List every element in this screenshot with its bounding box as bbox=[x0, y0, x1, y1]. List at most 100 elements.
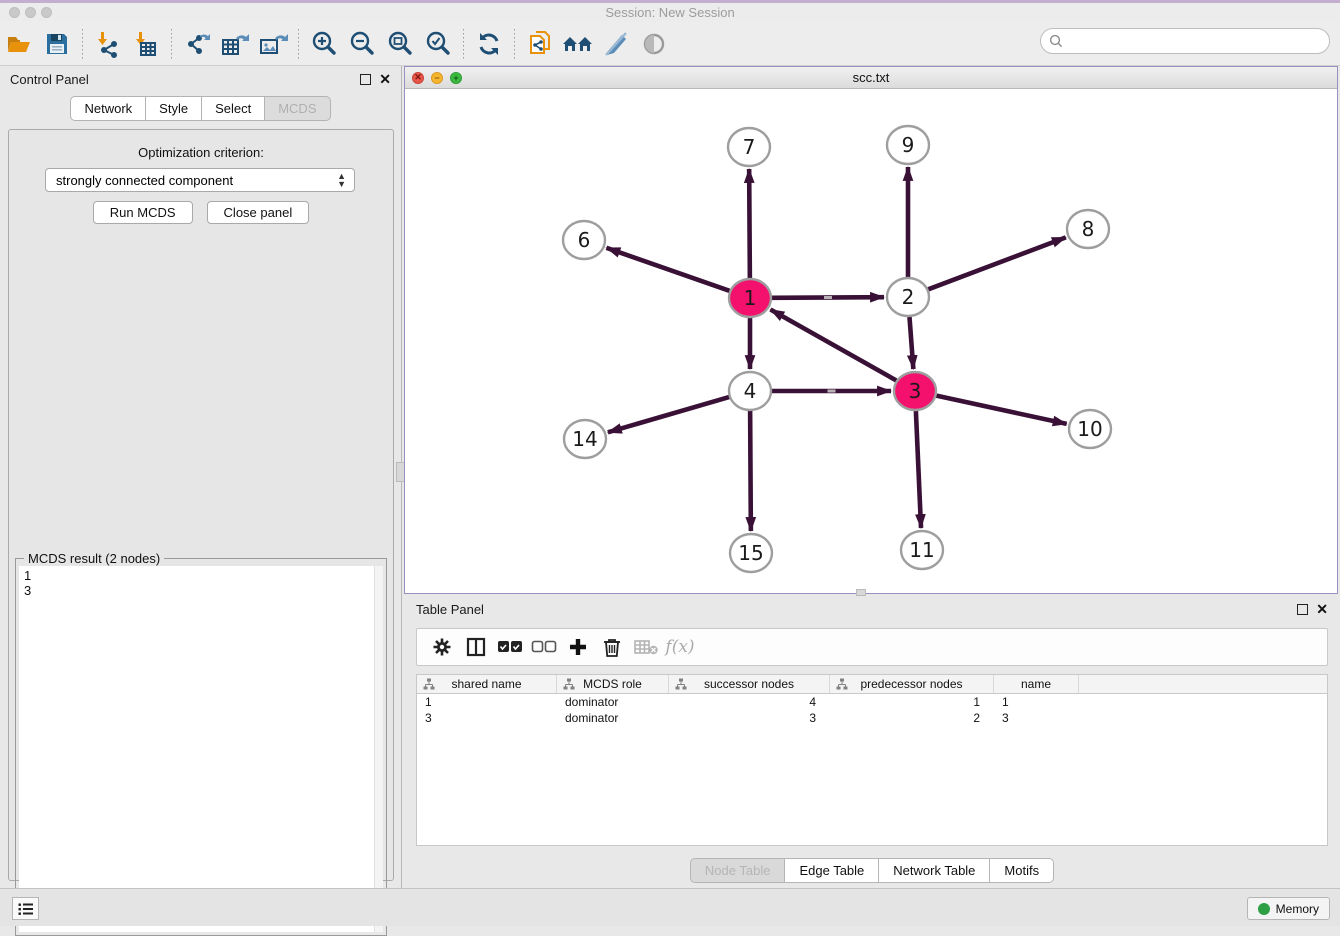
mcds-result-text[interactable]: 1 3 bbox=[19, 566, 374, 932]
table-cell[interactable]: 4 bbox=[669, 694, 830, 710]
open-session-icon[interactable] bbox=[1, 26, 37, 62]
edge-handle[interactable] bbox=[824, 296, 832, 299]
split-columns-icon[interactable] bbox=[459, 632, 493, 662]
column-header-name[interactable]: name bbox=[994, 675, 1079, 693]
tab-select[interactable]: Select bbox=[202, 96, 265, 121]
edge-2-3[interactable] bbox=[909, 317, 913, 369]
table-toolbar: f(x) bbox=[416, 628, 1328, 666]
table-cell[interactable]: 1 bbox=[830, 694, 994, 710]
save-session-icon[interactable] bbox=[39, 26, 75, 62]
table-row[interactable]: 3dominator323 bbox=[417, 710, 1327, 726]
toolbar-separator bbox=[463, 29, 464, 59]
tab-node-table[interactable]: Node Table bbox=[690, 858, 786, 883]
network-view-window: ✕ − + scc.txt 7968124314101511 bbox=[404, 66, 1338, 594]
export-image-icon[interactable] bbox=[255, 26, 291, 62]
edge-handle[interactable] bbox=[828, 390, 836, 393]
network-window-title: scc.txt bbox=[405, 70, 1337, 85]
annotation-icon[interactable] bbox=[598, 26, 634, 62]
node-table-body: 1dominator4113dominator323 bbox=[417, 694, 1327, 726]
column-header-MCDS-role[interactable]: MCDS role bbox=[557, 675, 669, 693]
search-field[interactable] bbox=[1040, 28, 1330, 54]
table-cell[interactable]: 1 bbox=[994, 694, 1079, 710]
close-panel-button[interactable]: Close panel bbox=[207, 201, 310, 224]
delete-column-icon[interactable] bbox=[595, 632, 629, 662]
select-all-checkboxes-icon[interactable] bbox=[493, 632, 527, 662]
edge-1-6[interactable] bbox=[606, 248, 729, 291]
table-cell[interactable]: 3 bbox=[994, 710, 1079, 726]
zoom-fit-icon[interactable] bbox=[382, 26, 418, 62]
tab-edge-table[interactable]: Edge Table bbox=[785, 858, 879, 883]
zoom-selected-icon[interactable] bbox=[420, 26, 456, 62]
column-type-icon bbox=[675, 678, 687, 690]
table-row[interactable]: 1dominator411 bbox=[417, 694, 1327, 710]
column-header-shared-name[interactable]: shared name bbox=[417, 675, 557, 693]
table-cell[interactable]: dominator bbox=[557, 710, 669, 726]
horizontal-splitter-handle[interactable] bbox=[856, 589, 866, 596]
table-panel-float-icon[interactable] bbox=[1297, 604, 1308, 615]
toolbar-separator bbox=[82, 29, 83, 59]
zoom-out-icon[interactable] bbox=[344, 26, 380, 62]
table-cell[interactable]: dominator bbox=[557, 694, 669, 710]
edge-3-10[interactable] bbox=[936, 396, 1066, 424]
export-network-icon[interactable] bbox=[179, 26, 215, 62]
run-mcds-button[interactable]: Run MCDS bbox=[93, 201, 193, 224]
edge-4-14[interactable] bbox=[608, 397, 729, 432]
add-column-icon[interactable] bbox=[561, 632, 595, 662]
control-panel: Control Panel ✕ NetworkStyleSelectMCDS O… bbox=[0, 66, 402, 888]
column-type-icon bbox=[563, 678, 575, 690]
edge-4-15[interactable] bbox=[750, 411, 751, 531]
titlebar: Session: New Session bbox=[0, 3, 1340, 22]
control-panel-close-icon[interactable]: ✕ bbox=[379, 74, 391, 85]
export-table-icon[interactable] bbox=[217, 26, 253, 62]
graph-node-label-7: 7 bbox=[743, 135, 756, 159]
criterion-select-value: strongly connected component bbox=[56, 173, 233, 188]
search-input[interactable] bbox=[1067, 34, 1329, 49]
edge-3-1[interactable] bbox=[770, 310, 896, 381]
edge-3-11[interactable] bbox=[916, 411, 921, 528]
tab-mcds[interactable]: MCDS bbox=[265, 96, 330, 121]
network-window-titlebar[interactable]: ✕ − + scc.txt bbox=[405, 67, 1337, 89]
mcds-result-scrollbar[interactable] bbox=[374, 566, 383, 932]
select-stepper-icon: ▲▼ bbox=[337, 172, 346, 188]
table-panel-title: Table Panel bbox=[416, 602, 484, 617]
column-header-label: MCDS role bbox=[583, 677, 642, 691]
tab-style[interactable]: Style bbox=[146, 96, 202, 121]
column-type-icon bbox=[423, 678, 435, 690]
network-graph[interactable]: 7968124314101511 bbox=[405, 89, 1337, 593]
table-cell[interactable]: 2 bbox=[830, 710, 994, 726]
column-type-icon bbox=[836, 678, 848, 690]
criterion-select[interactable]: strongly connected component ▲▼ bbox=[45, 168, 355, 192]
table-cell[interactable]: 3 bbox=[417, 710, 557, 726]
graph-node-label-14: 14 bbox=[572, 427, 597, 451]
edge-1-7[interactable] bbox=[749, 169, 750, 278]
clone-network-icon[interactable] bbox=[522, 26, 558, 62]
control-panel-float-icon[interactable] bbox=[360, 74, 371, 85]
first-neighbors-icon[interactable] bbox=[560, 26, 596, 62]
delete-table-icon[interactable] bbox=[629, 632, 663, 662]
column-header-label: successor nodes bbox=[704, 677, 794, 691]
zoom-in-icon[interactable] bbox=[306, 26, 342, 62]
mcds-tab-content: Optimization criterion: strongly connect… bbox=[8, 129, 394, 881]
table-panel-close-icon[interactable]: ✕ bbox=[1316, 604, 1328, 615]
eye-icon[interactable] bbox=[636, 26, 672, 62]
tab-network[interactable]: Network bbox=[70, 96, 146, 121]
function-builder-icon[interactable]: f(x) bbox=[663, 632, 697, 662]
table-cell[interactable]: 1 bbox=[417, 694, 557, 710]
memory-button[interactable]: Memory bbox=[1247, 897, 1330, 920]
control-panel-tabs: NetworkStyleSelectMCDS bbox=[0, 96, 401, 121]
refresh-icon[interactable] bbox=[471, 26, 507, 62]
deselect-checkboxes-icon[interactable] bbox=[527, 632, 561, 662]
main-toolbar bbox=[0, 22, 1340, 66]
fx-label: f(x) bbox=[665, 637, 694, 657]
import-table-icon[interactable] bbox=[128, 26, 164, 62]
table-cell[interactable]: 3 bbox=[669, 710, 830, 726]
import-network-icon[interactable] bbox=[90, 26, 126, 62]
toolbar-separator bbox=[171, 29, 172, 59]
column-header-predecessor-nodes[interactable]: predecessor nodes bbox=[830, 675, 994, 693]
task-history-button[interactable] bbox=[12, 897, 39, 920]
tab-motifs[interactable]: Motifs bbox=[990, 858, 1054, 883]
column-header-successor-nodes[interactable]: successor nodes bbox=[669, 675, 830, 693]
tab-network-table[interactable]: Network Table bbox=[879, 858, 990, 883]
edge-2-8[interactable] bbox=[928, 237, 1066, 289]
gear-icon[interactable] bbox=[425, 632, 459, 662]
